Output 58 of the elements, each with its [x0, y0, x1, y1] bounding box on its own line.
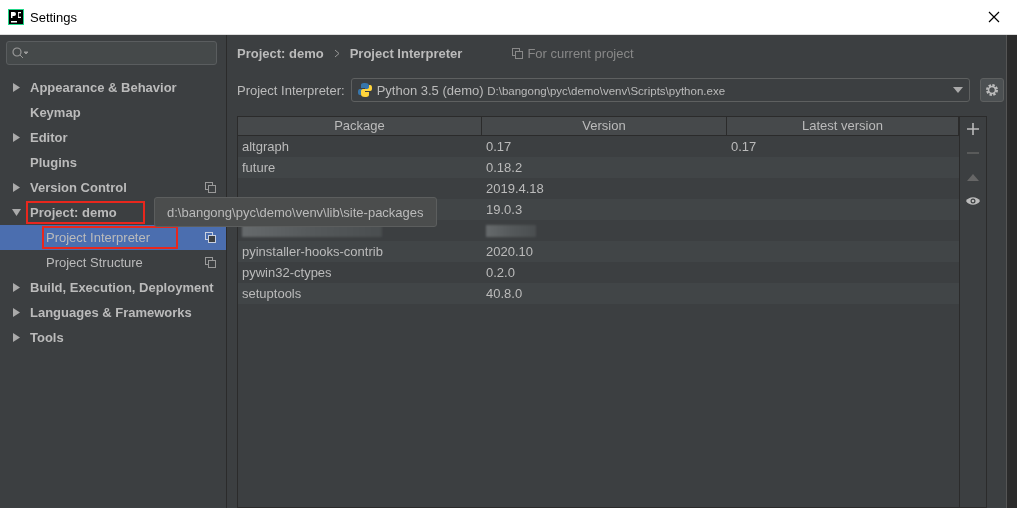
table-cell-text: altgraph [241, 139, 290, 154]
field-label: Project Interpreter: [237, 82, 345, 98]
plus-icon [967, 123, 979, 135]
collapsed-arrow-icon[interactable] [12, 83, 21, 92]
breadcrumb-item: Project Interpreter [349, 45, 463, 61]
table-cell-text: pywin32-ctypes [241, 265, 333, 280]
eye-icon [966, 196, 980, 206]
table-cell-text: 2020.10 [485, 244, 534, 259]
sidebar-item[interactable]: Appearance & Behavior [30, 80, 177, 95]
dropdown-caret-icon [952, 87, 963, 93]
table-cell-text: 19.0.3 [485, 202, 524, 217]
add-button[interactable] [965, 121, 981, 137]
settings-button[interactable] [979, 78, 1004, 102]
table-cell-text: 40.8.0 [485, 286, 524, 301]
interpreter-name: Python 3.5 (demo) [376, 82, 484, 98]
collapsed-arrow-icon[interactable] [12, 308, 21, 317]
expanded-arrow-icon[interactable] [12, 208, 21, 217]
table-cell-text: setuptools [241, 286, 303, 301]
table-cell-text: 0.17 [485, 139, 513, 154]
collapsed-arrow-icon[interactable] [12, 333, 21, 342]
scope-note: For current project [527, 45, 634, 61]
python-icon [356, 82, 373, 98]
interpreter-dropdown[interactable]: Python 3.5 (demo) D:\bangong\pyc\demo\venv\Scripts\python.exe [350, 78, 970, 102]
sidebar-item[interactable]: Languages & Frameworks [30, 305, 192, 320]
settings-icon [984, 83, 999, 97]
sidebar-item[interactable]: Tools [30, 330, 64, 345]
collapsed-arrow-icon[interactable] [12, 183, 21, 192]
app-logo-icon [8, 9, 24, 25]
copy-icon [205, 182, 216, 193]
copy-icon [512, 47, 524, 59]
collapsed-arrow-icon[interactable] [12, 133, 21, 142]
window-title: Settings [30, 9, 78, 25]
table-cell-text: future [241, 160, 277, 175]
table-cell-text: 0.18.2 [485, 160, 524, 175]
sidebar-item[interactable]: Plugins [30, 155, 77, 170]
search-field[interactable] [6, 41, 217, 65]
blurred-text [486, 224, 536, 237]
table-cell-text: 2019.4.18 [485, 181, 545, 196]
column-header[interactable]: Version [482, 117, 727, 135]
table-cell-text: pyinstaller-hooks-contrib [241, 244, 384, 259]
sidebar-item[interactable]: Build, Execution, Deployment [30, 280, 214, 295]
tooltip: d:\bangong\pyc\demo\venv\lib\site-packages [154, 197, 437, 227]
up-triangle-icon [967, 173, 979, 181]
close-icon [988, 11, 1000, 23]
table-cell-text: 0.17 [730, 139, 758, 154]
column-header[interactable]: Latest version [727, 117, 959, 135]
sidebar-item[interactable]: Editor [30, 130, 68, 145]
sidebar-item[interactable]: Version Control [30, 180, 127, 195]
breadcrumb-item: Project: demo [237, 45, 324, 61]
search-icon [12, 47, 28, 59]
table-cell-text: 0.2.0 [485, 265, 516, 280]
sidebar-item[interactable]: Keymap [30, 105, 81, 120]
collapsed-arrow-icon[interactable] [12, 283, 21, 292]
interpreter-path: D:\bangong\pyc\demo\venv\Scripts\python.exe [487, 84, 726, 97]
copy-icon [205, 257, 216, 268]
sidebar-item[interactable]: Project Structure [0, 250, 226, 275]
copy-icon [205, 232, 216, 243]
column-header[interactable]: Package [238, 117, 482, 135]
